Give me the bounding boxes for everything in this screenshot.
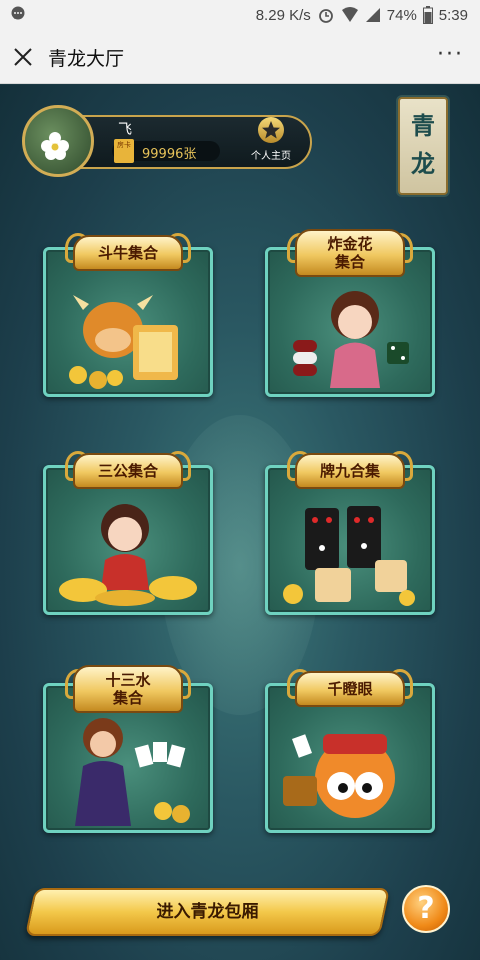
profile-home-button[interactable]: 个人主页: [244, 117, 298, 165]
close-icon[interactable]: [12, 46, 34, 68]
game-card-douniu[interactable]: 斗牛集合: [43, 225, 213, 397]
game-card-qiandengyan[interactable]: 千瞪眼: [265, 661, 435, 833]
battery-level: 74%: [386, 6, 417, 24]
game-card-plaque: 千瞪眼: [295, 671, 405, 707]
player-name: 飞: [118, 122, 132, 138]
qinglong-badge-text: 青龙: [411, 111, 435, 178]
alarm-icon: [318, 9, 333, 23]
help-icon[interactable]: ?: [402, 885, 450, 933]
page-title: 青龙大厅: [48, 48, 125, 70]
app-bar: 青龙大厅 ···: [0, 30, 480, 84]
game-card-paijiu[interactable]: 牌九合集: [265, 443, 435, 615]
girl-with-chips-icon: [293, 291, 409, 388]
enter-room-label[interactable]: 进入青龙包厢: [30, 888, 385, 936]
game-card-plaque: 牌九合集: [295, 453, 405, 489]
game-card-plaque: 炸金花 集合: [295, 229, 405, 277]
game-card-label: 三公集合: [97, 462, 158, 480]
game-card-sangong[interactable]: 三公集合: [43, 443, 213, 615]
game-card-plaque: 三公集合: [73, 453, 183, 489]
signal-icon: [365, 8, 380, 22]
game-card-shisanshui[interactable]: 十三水 集合: [43, 661, 213, 833]
star-icon: [258, 117, 284, 143]
network-speed: 8.29 K/s: [255, 6, 311, 24]
game-card-label: 牌九合集: [319, 462, 380, 480]
chat-notification-icon: [11, 6, 25, 20]
profile-home-label: 个人主页: [251, 151, 291, 162]
profile-panel: 飞 房卡 99996张 个人主页: [22, 105, 312, 177]
game-card-label: 十三水 集合: [105, 671, 151, 707]
game-card-label: 斗牛集合: [97, 244, 158, 262]
girl-with-gold-icon: [59, 504, 197, 606]
wifi-icon: [341, 7, 358, 22]
room-card-count: 99996张: [142, 147, 197, 162]
game-card-plaque: 斗牛集合: [73, 235, 183, 271]
room-card-icon: 房卡: [114, 139, 134, 163]
game-card-label: 炸金花 集合: [327, 235, 373, 271]
game-lobby: 飞 房卡 99996张 个人主页 青龙 斗牛集合 炸金花 集合 三公集合 牌九合…: [0, 85, 480, 960]
qinglong-badge: 青龙: [398, 97, 448, 195]
game-card-plaque: 十三水 集合: [73, 665, 183, 713]
status-bar: 8.29 K/s 74% 5:39: [0, 0, 480, 30]
game-card-zhajinhua[interactable]: 炸金花 集合: [265, 225, 435, 397]
more-menu-button[interactable]: ···: [437, 42, 464, 67]
cartoon-kid-icon: [283, 734, 395, 818]
flower-avatar-icon: [41, 132, 69, 160]
woman-with-cards-icon: [75, 718, 190, 826]
dominoes-and-dice-icon: [283, 506, 415, 606]
game-card-label: 千瞪眼: [327, 680, 373, 698]
bull-mascot-icon: [69, 295, 178, 389]
battery-icon: [422, 6, 433, 24]
clock-time: 5:39: [438, 6, 468, 24]
avatar[interactable]: [22, 105, 94, 177]
